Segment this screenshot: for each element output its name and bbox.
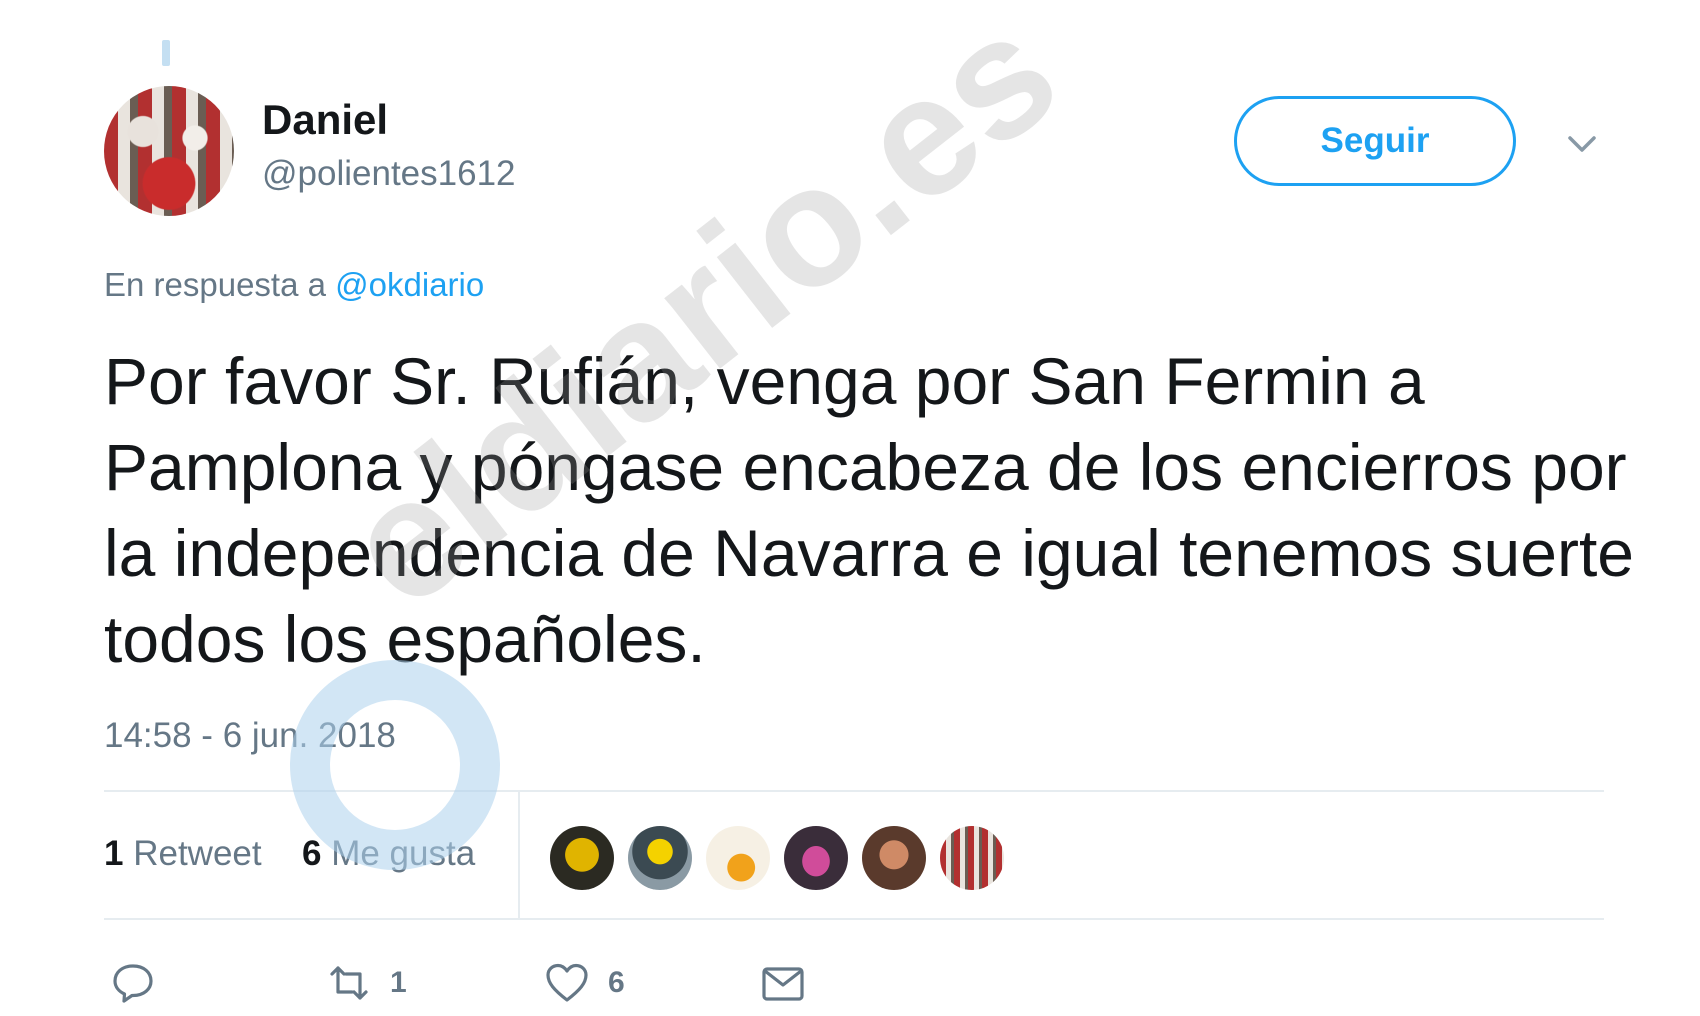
reply-button[interactable]	[110, 958, 156, 1008]
liker-avatar[interactable]	[784, 826, 848, 890]
liker-avatar[interactable]	[706, 826, 770, 890]
actions-divider	[104, 918, 1604, 920]
chevron-down-icon[interactable]	[1562, 124, 1602, 164]
like-button[interactable]: 6	[544, 958, 625, 1008]
liker-avatar[interactable]	[550, 826, 614, 890]
like-stat-label: Me gusta	[331, 834, 476, 873]
retweet-stat-label: Retweet	[133, 834, 262, 873]
author-name[interactable]: Daniel	[262, 96, 388, 144]
liker-avatar[interactable]	[628, 826, 692, 890]
stats-separator	[518, 792, 520, 918]
reply-icon	[113, 964, 153, 1003]
reply-mention-link[interactable]: @okdiario	[335, 266, 484, 303]
reply-context: En respuesta a @okdiario	[104, 266, 484, 304]
liker-avatar[interactable]	[940, 826, 1004, 890]
tweet-timestamp[interactable]: 14:58 - 6 jun. 2018	[104, 716, 396, 756]
reply-context-prefix: En respuesta a	[104, 266, 326, 303]
follow-button[interactable]: Seguir	[1234, 96, 1516, 186]
stats-divider-top	[104, 790, 1604, 792]
decorative-tick	[162, 40, 170, 66]
retweet-stat-count: 1	[104, 834, 124, 873]
direct-message-button[interactable]	[760, 958, 806, 1008]
envelope-icon	[762, 967, 804, 1001]
author-avatar[interactable]	[104, 86, 234, 216]
like-action-count: 6	[608, 966, 625, 999]
liker-avatar[interactable]	[862, 826, 926, 890]
tweet-text: Por favor Sr. Rufián, venga por San Ferm…	[104, 344, 1634, 676]
author-handle[interactable]: @polientes1612	[262, 154, 516, 194]
retweet-stat[interactable]: 1 Retweet	[104, 834, 262, 874]
retweet-button[interactable]: 1	[326, 958, 407, 1008]
heart-icon	[546, 963, 588, 1002]
retweet-icon	[330, 966, 368, 1000]
like-stat[interactable]: 6 Me gusta	[302, 834, 475, 874]
retweet-action-count: 1	[390, 966, 407, 999]
like-stat-count: 6	[302, 834, 322, 873]
